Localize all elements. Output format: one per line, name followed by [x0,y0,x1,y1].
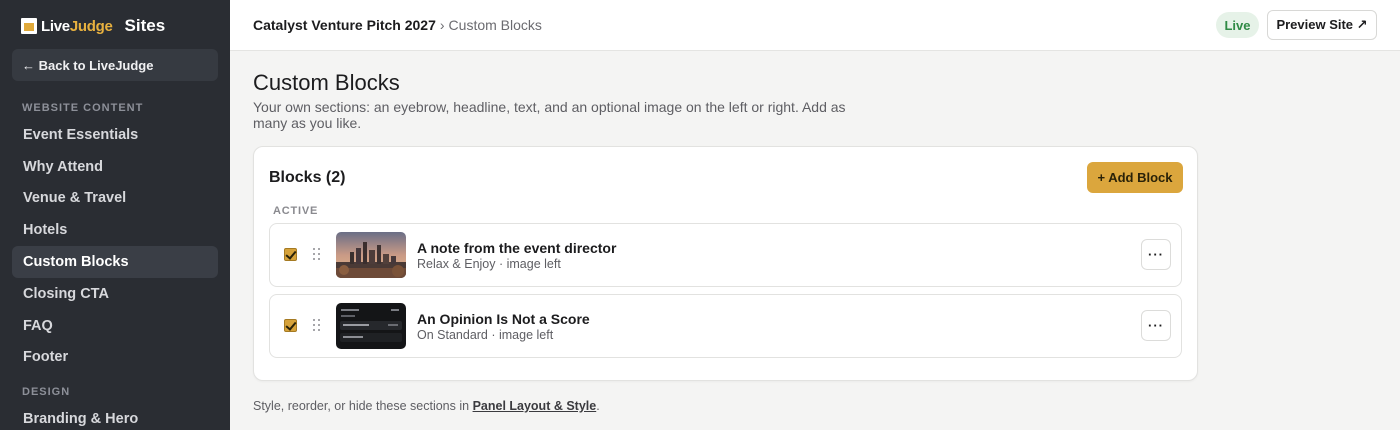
block-title: An Opinion Is Not a Score [417,311,590,327]
active-group-label: ACTIVE [273,205,319,217]
section-label-design: DESIGN [22,386,71,398]
breadcrumb-current-page: Custom Blocks [448,17,542,33]
block-subtitle: Relax & Enjoy · image left [417,257,561,271]
sidebar-item-custom-blocks[interactable]: Custom Blocks [12,246,218,278]
preview-site-button[interactable]: Preview Site ↗ [1267,10,1377,40]
logo-live-text: Live [41,17,70,35]
city-skyline-image [336,232,406,278]
block-title: A note from the event director [417,240,617,256]
sidebar-title: Sites [124,16,166,35]
app-screenshot-image [336,303,406,349]
block-thumbnail [336,232,406,278]
blocks-card-title: Blocks (2) [269,169,346,186]
page-title: Custom Blocks [253,70,400,95]
sidebar-item-closing-cta[interactable]: Closing CTA [12,278,218,310]
block-enabled-checkbox[interactable] [284,319,297,332]
more-options-button[interactable]: ··· [1141,310,1171,341]
block-enabled-checkbox[interactable] [284,248,297,261]
panel-layout-style-link[interactable]: Panel Layout & Style [473,399,597,413]
sidebar-item-venue-travel[interactable]: Venue & Travel [12,182,218,214]
sidebar: LiveJudge Sites ← Back to LiveJudge WEBS… [0,0,230,430]
topbar: Catalyst Venture Pitch 2027 › Custom Blo… [230,0,1400,51]
page-description: Your own sections: an eyebrow, headline,… [253,99,846,131]
block-subtitle: On Standard · image left [417,328,554,342]
livejudge-logo: LiveJudge [41,18,113,35]
sidebar-item-why-attend[interactable]: Why Attend [12,151,218,183]
breadcrumb-event[interactable]: Catalyst Venture Pitch 2027 [253,17,436,33]
footnote: Style, reorder, or hide these sections i… [253,399,600,413]
blocks-card: Blocks (2) + Add Block ACTIVE A note fro… [253,146,1198,381]
back-to-livejudge-button[interactable]: ← Back to LiveJudge [12,49,218,81]
sidebar-item-branding-hero[interactable]: Branding & Hero [12,403,218,430]
logo-judge-text: Judge [69,17,113,35]
sidebar-item-hotels[interactable]: Hotels [12,214,218,246]
drag-handle-icon[interactable] [313,248,321,261]
add-block-button[interactable]: + Add Block [1087,162,1183,193]
more-options-button[interactable]: ··· [1141,239,1171,270]
block-row[interactable]: An Opinion Is Not a Score On Standard · … [269,294,1182,358]
sidebar-item-faq[interactable]: FAQ [12,310,218,342]
livejudge-logo-icon [21,18,37,34]
block-thumbnail [336,303,406,349]
footnote-prefix: Style, reorder, or hide these sections i… [253,399,473,413]
section-label-website-content: WEBSITE CONTENT [22,102,144,114]
footnote-suffix: . [596,399,600,413]
sidebar-item-footer[interactable]: Footer [12,341,218,373]
brand: LiveJudge Sites [21,15,165,37]
drag-handle-icon[interactable] [313,319,321,332]
block-row[interactable]: A note from the event director Relax & E… [269,223,1182,287]
sidebar-item-event-essentials[interactable]: Event Essentials [12,119,218,151]
breadcrumb-separator: › [439,17,445,33]
status-badge: Live [1216,12,1259,38]
breadcrumb: Catalyst Venture Pitch 2027 › Custom Blo… [253,17,542,33]
